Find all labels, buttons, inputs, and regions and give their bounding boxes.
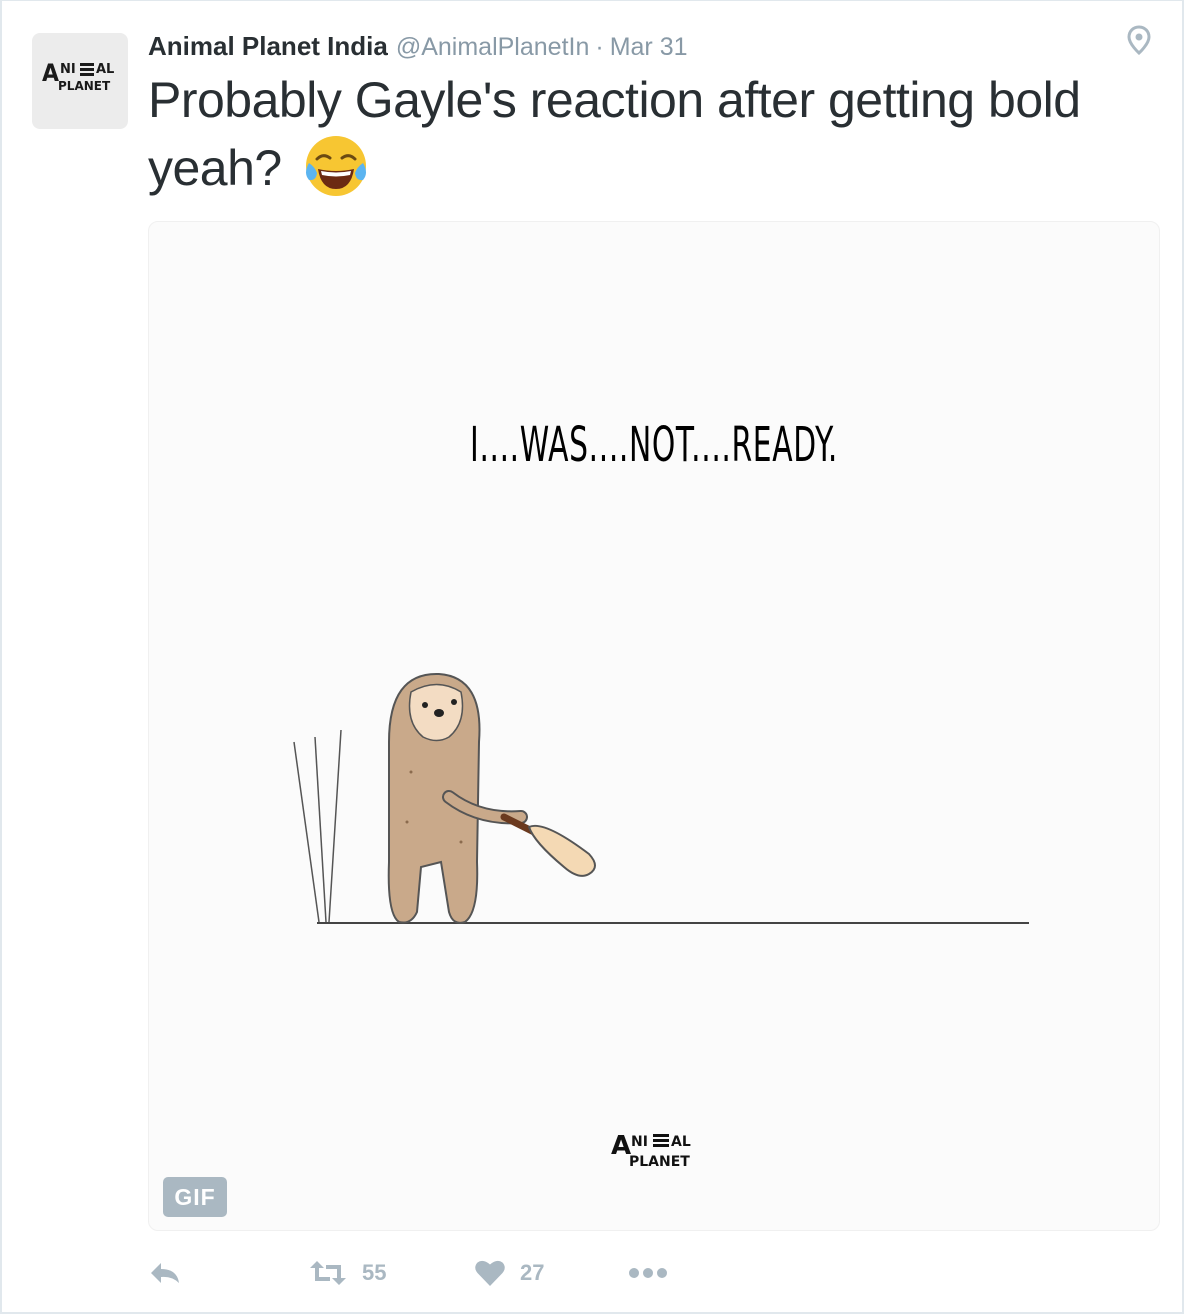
like-button[interactable]: 27: [474, 1251, 544, 1295]
like-count: 27: [520, 1260, 545, 1285]
gif-badge: GIF: [163, 1177, 227, 1217]
animal-planet-watermark: A NI AL PLANET: [611, 1131, 691, 1170]
tweet-timestamp[interactable]: Mar 31: [610, 33, 688, 62]
face-with-tears-of-joy-icon: [306, 136, 367, 196]
tweet-card[interactable]: A NI AL PLANET Animal Planet India @Anim…: [0, 0, 1184, 1314]
retweet-count: 55: [362, 1260, 387, 1285]
svg-text:A: A: [42, 60, 59, 87]
tweet-header: Animal Planet India @AnimalPlanetIn · Ma…: [148, 31, 688, 65]
retweet-icon: [310, 1261, 346, 1285]
header-separator: ·: [595, 33, 604, 61]
retweet-button[interactable]: 55: [308, 1251, 386, 1295]
heart-icon: [475, 1260, 505, 1286]
svg-text:AL: AL: [671, 1134, 691, 1150]
avatar[interactable]: A NI AL PLANET: [32, 33, 128, 129]
svg-text:PLANET: PLANET: [629, 1154, 690, 1170]
more-dots-icon: [629, 1268, 667, 1278]
svg-text:AL: AL: [96, 62, 114, 77]
tweet-text: Probably Gayle's reaction after getting …: [148, 67, 1158, 201]
author-name[interactable]: Animal Planet India: [148, 31, 388, 62]
svg-text:NI: NI: [631, 1134, 648, 1150]
location-pin-icon[interactable]: [1126, 25, 1152, 55]
sloth-batting-illustration: [293, 672, 1029, 924]
author-handle[interactable]: @AnimalPlanetIn: [396, 33, 590, 62]
gif-media[interactable]: I....WAS....NOT....READY. A NI AL PLANET…: [148, 221, 1160, 1231]
tweet-text-body: Probably Gayle's reaction after getting …: [148, 72, 1081, 196]
reply-icon: [151, 1263, 179, 1283]
svg-text:NI: NI: [60, 62, 76, 77]
more-button[interactable]: [628, 1251, 668, 1295]
animal-planet-logo: A NI AL PLANET: [42, 60, 114, 93]
reply-button[interactable]: [148, 1251, 182, 1295]
tweet-actions: 55 27: [148, 1251, 848, 1295]
svg-text:PLANET: PLANET: [58, 79, 111, 93]
